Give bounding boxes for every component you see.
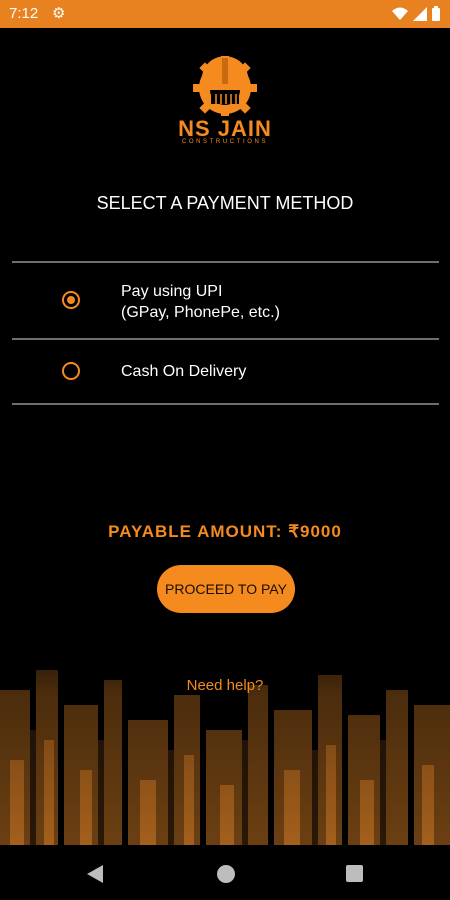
payment-option-upi[interactable]: Pay using UPI (GPay, PhonePe, etc.) <box>12 263 439 338</box>
option-title: Cash On Delivery <box>121 363 247 380</box>
brand-tagline: CONSTRUCTIONS <box>181 139 269 145</box>
proceed-to-pay-button[interactable]: PROCEED TO PAY <box>157 565 295 613</box>
payment-option-label: Pay using UPI (GPay, PhonePe, etc.) <box>121 281 280 323</box>
need-help-link[interactable]: Need help? <box>0 677 450 694</box>
home-icon[interactable] <box>216 864 236 884</box>
gear-icon: ⚙ <box>52 5 66 22</box>
battery-icon <box>432 6 440 21</box>
status-time: 7:12 <box>9 5 39 22</box>
divider <box>12 403 439 405</box>
radio-selected-dot <box>67 296 75 304</box>
recents-icon[interactable] <box>346 865 363 882</box>
system-nav-bar <box>0 845 450 900</box>
wifi-icon <box>392 7 408 20</box>
radio-button-cod[interactable] <box>62 362 80 380</box>
option-subtitle: (GPay, PhonePe, etc.) <box>121 304 280 321</box>
payment-option-cod[interactable]: Cash On Delivery <box>12 340 439 403</box>
radio-button-upi[interactable] <box>62 291 80 309</box>
signal-icon <box>413 6 427 21</box>
option-title: Pay using UPI <box>121 283 223 300</box>
status-icons <box>392 6 440 21</box>
back-icon[interactable] <box>87 865 103 883</box>
payable-amount: PAYABLE AMOUNT: ₹9000 <box>108 522 342 541</box>
page-title: SELECT A PAYMENT METHOD <box>96 193 354 213</box>
status-bar: 7:12 ⚙ <box>0 0 450 28</box>
brand-logo: NS JAIN CONSTRUCTIONS <box>155 50 295 150</box>
hardhat-gear-icon <box>193 56 257 116</box>
payment-option-label: Cash On Delivery <box>121 361 246 382</box>
city-background-art <box>0 610 450 845</box>
